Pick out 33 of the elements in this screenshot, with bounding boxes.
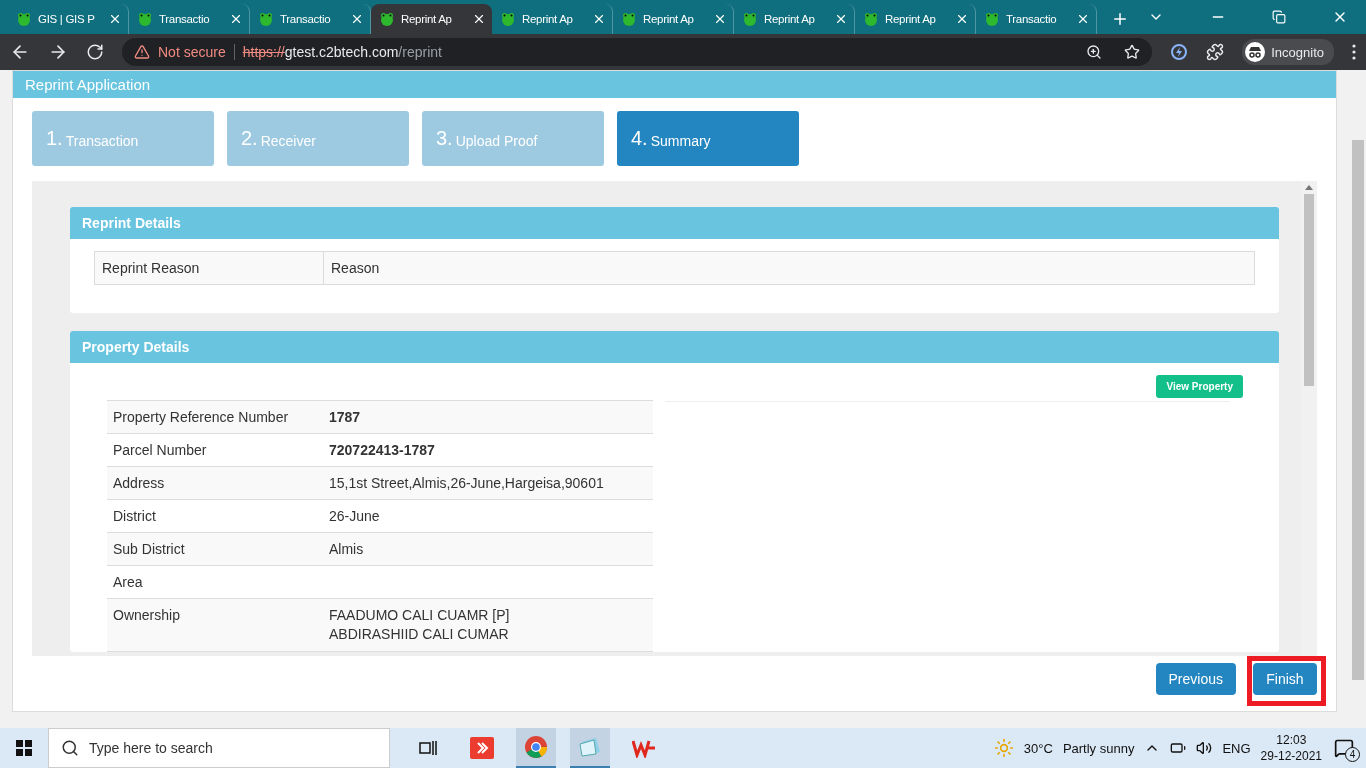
profile-chip[interactable]: Incognito bbox=[1242, 39, 1334, 65]
table-cell-text: 26-June bbox=[328, 506, 381, 526]
url-text: https://gtest.c2btech.com/reprint bbox=[242, 44, 442, 60]
section-title: Property Details bbox=[70, 331, 1279, 363]
table-cell-text: FAADUMO CALI CUAMR [P] ABDIRASHIID CALI CUMAR bbox=[328, 606, 511, 644]
table-cell-text: District bbox=[112, 506, 157, 526]
table-cell-text: Almis bbox=[328, 539, 365, 559]
table-cell-text: Area bbox=[112, 572, 144, 592]
taskbar-search-field[interactable]: Type here to search bbox=[48, 728, 390, 768]
clock[interactable]: 12:03 29-12-2021 bbox=[1260, 732, 1322, 764]
browser-tab[interactable]: Reprint Ap bbox=[371, 4, 492, 34]
wizard-button[interactable]: Previous bbox=[1155, 663, 1236, 695]
security-label: Not secure bbox=[158, 44, 226, 60]
table-cell-text: Reprint Reason bbox=[101, 259, 201, 278]
table-cell-text: 1787 bbox=[328, 407, 362, 427]
language-indicator[interactable]: ENG bbox=[1222, 740, 1251, 756]
table-cell-text: 15,1st Street,Almis,26-June,Hargeisa,90601 bbox=[328, 473, 605, 493]
table-cell-text: 720722413-1787 bbox=[328, 440, 436, 460]
section-title: Reprint Details bbox=[70, 207, 1279, 239]
table-cell-text: Parcel Number bbox=[112, 440, 208, 460]
search-placeholder: Type here to search bbox=[89, 740, 213, 756]
temperature: 30°C bbox=[1023, 740, 1053, 756]
table-cell-text: Address bbox=[112, 473, 166, 493]
table-cell-text: Sub District bbox=[112, 539, 186, 559]
table-cell: Reason bbox=[323, 252, 1254, 284]
notification-count: 4 bbox=[1345, 747, 1360, 762]
page-title: Reprint Application bbox=[13, 71, 1336, 98]
table-cell-text: Ownership bbox=[112, 606, 181, 625]
wizard-button[interactable]: Finish bbox=[1253, 663, 1317, 695]
address-bar[interactable]: Not secure https://gtest.c2btech.com/reprint bbox=[122, 38, 1153, 66]
table-cell-text: Property Reference Number bbox=[112, 407, 290, 427]
wizard-step[interactable]: 4.Summary bbox=[617, 111, 799, 166]
weather-text: Partly sunny bbox=[1062, 740, 1135, 756]
